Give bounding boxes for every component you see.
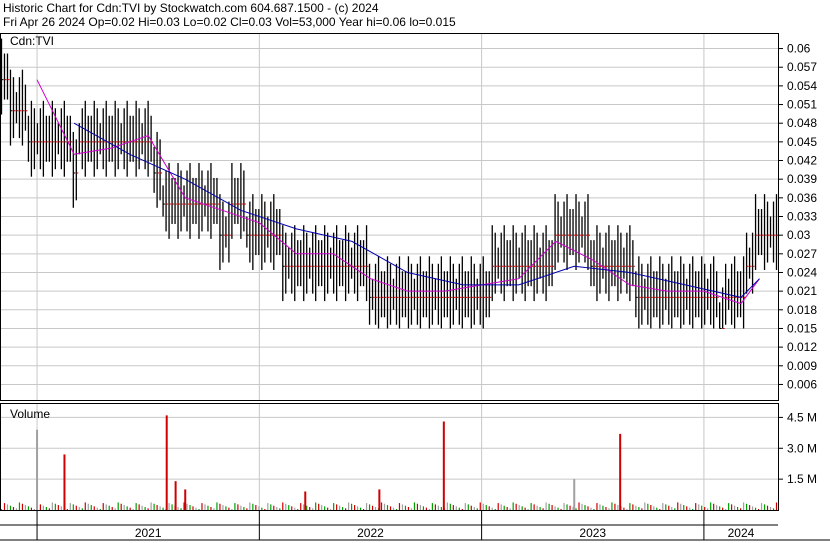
price-y-tick-label: 0.042 (787, 154, 817, 168)
price-y-tick-label: 0.021 (787, 284, 817, 298)
volume-panel-title: Volume (10, 407, 50, 421)
price-y-tick-label: 0.024 (787, 265, 817, 279)
price-y-tick-label: 0.057 (787, 60, 817, 74)
year-label: 2023 (579, 526, 606, 540)
price-y-tick-label: 0.054 (787, 79, 817, 93)
year-label: 2022 (357, 526, 384, 540)
volume-panel-frame (0, 403, 779, 511)
volume-bars (0, 415, 778, 510)
price-y-tick-label: 0.015 (787, 321, 817, 335)
price-panel-title: Cdn:TVI (10, 34, 54, 48)
price-y-tick-label: 0.039 (787, 172, 817, 186)
year-label: 2021 (135, 526, 162, 540)
price-y-tick-label: 0.006 (787, 377, 817, 391)
price-y-tick-label: 0.045 (787, 135, 817, 149)
price-y-tick-label: 0.027 (787, 247, 817, 261)
price-y-tick-label: 0.03 (787, 228, 811, 242)
year-label: 2024 (728, 526, 755, 540)
price-y-tick-label: 0.033 (787, 210, 817, 224)
volume-y-tick-label: 1.5 M (787, 472, 817, 486)
price-y-tick-label: 0.012 (787, 340, 817, 354)
grid-lines (0, 33, 778, 510)
volume-y-tick-label: 4.5 M (787, 410, 817, 424)
volume-y-tick-label: 3.0 M (787, 441, 817, 455)
stock-chart: 0.06 0.057 0.054 0.051 0.048 0.045 0.042 0.039 0… (0, 33, 830, 541)
price-y-tick-label: 0.036 (787, 191, 817, 205)
price-y-tick-label: 0.018 (787, 303, 817, 317)
price-y-tick-label: 0.009 (787, 359, 817, 373)
price-y-tick-label: 0.048 (787, 116, 817, 130)
price-y-tick-label: 0.06 (787, 42, 811, 56)
price-y-tick-label: 0.051 (787, 98, 817, 112)
